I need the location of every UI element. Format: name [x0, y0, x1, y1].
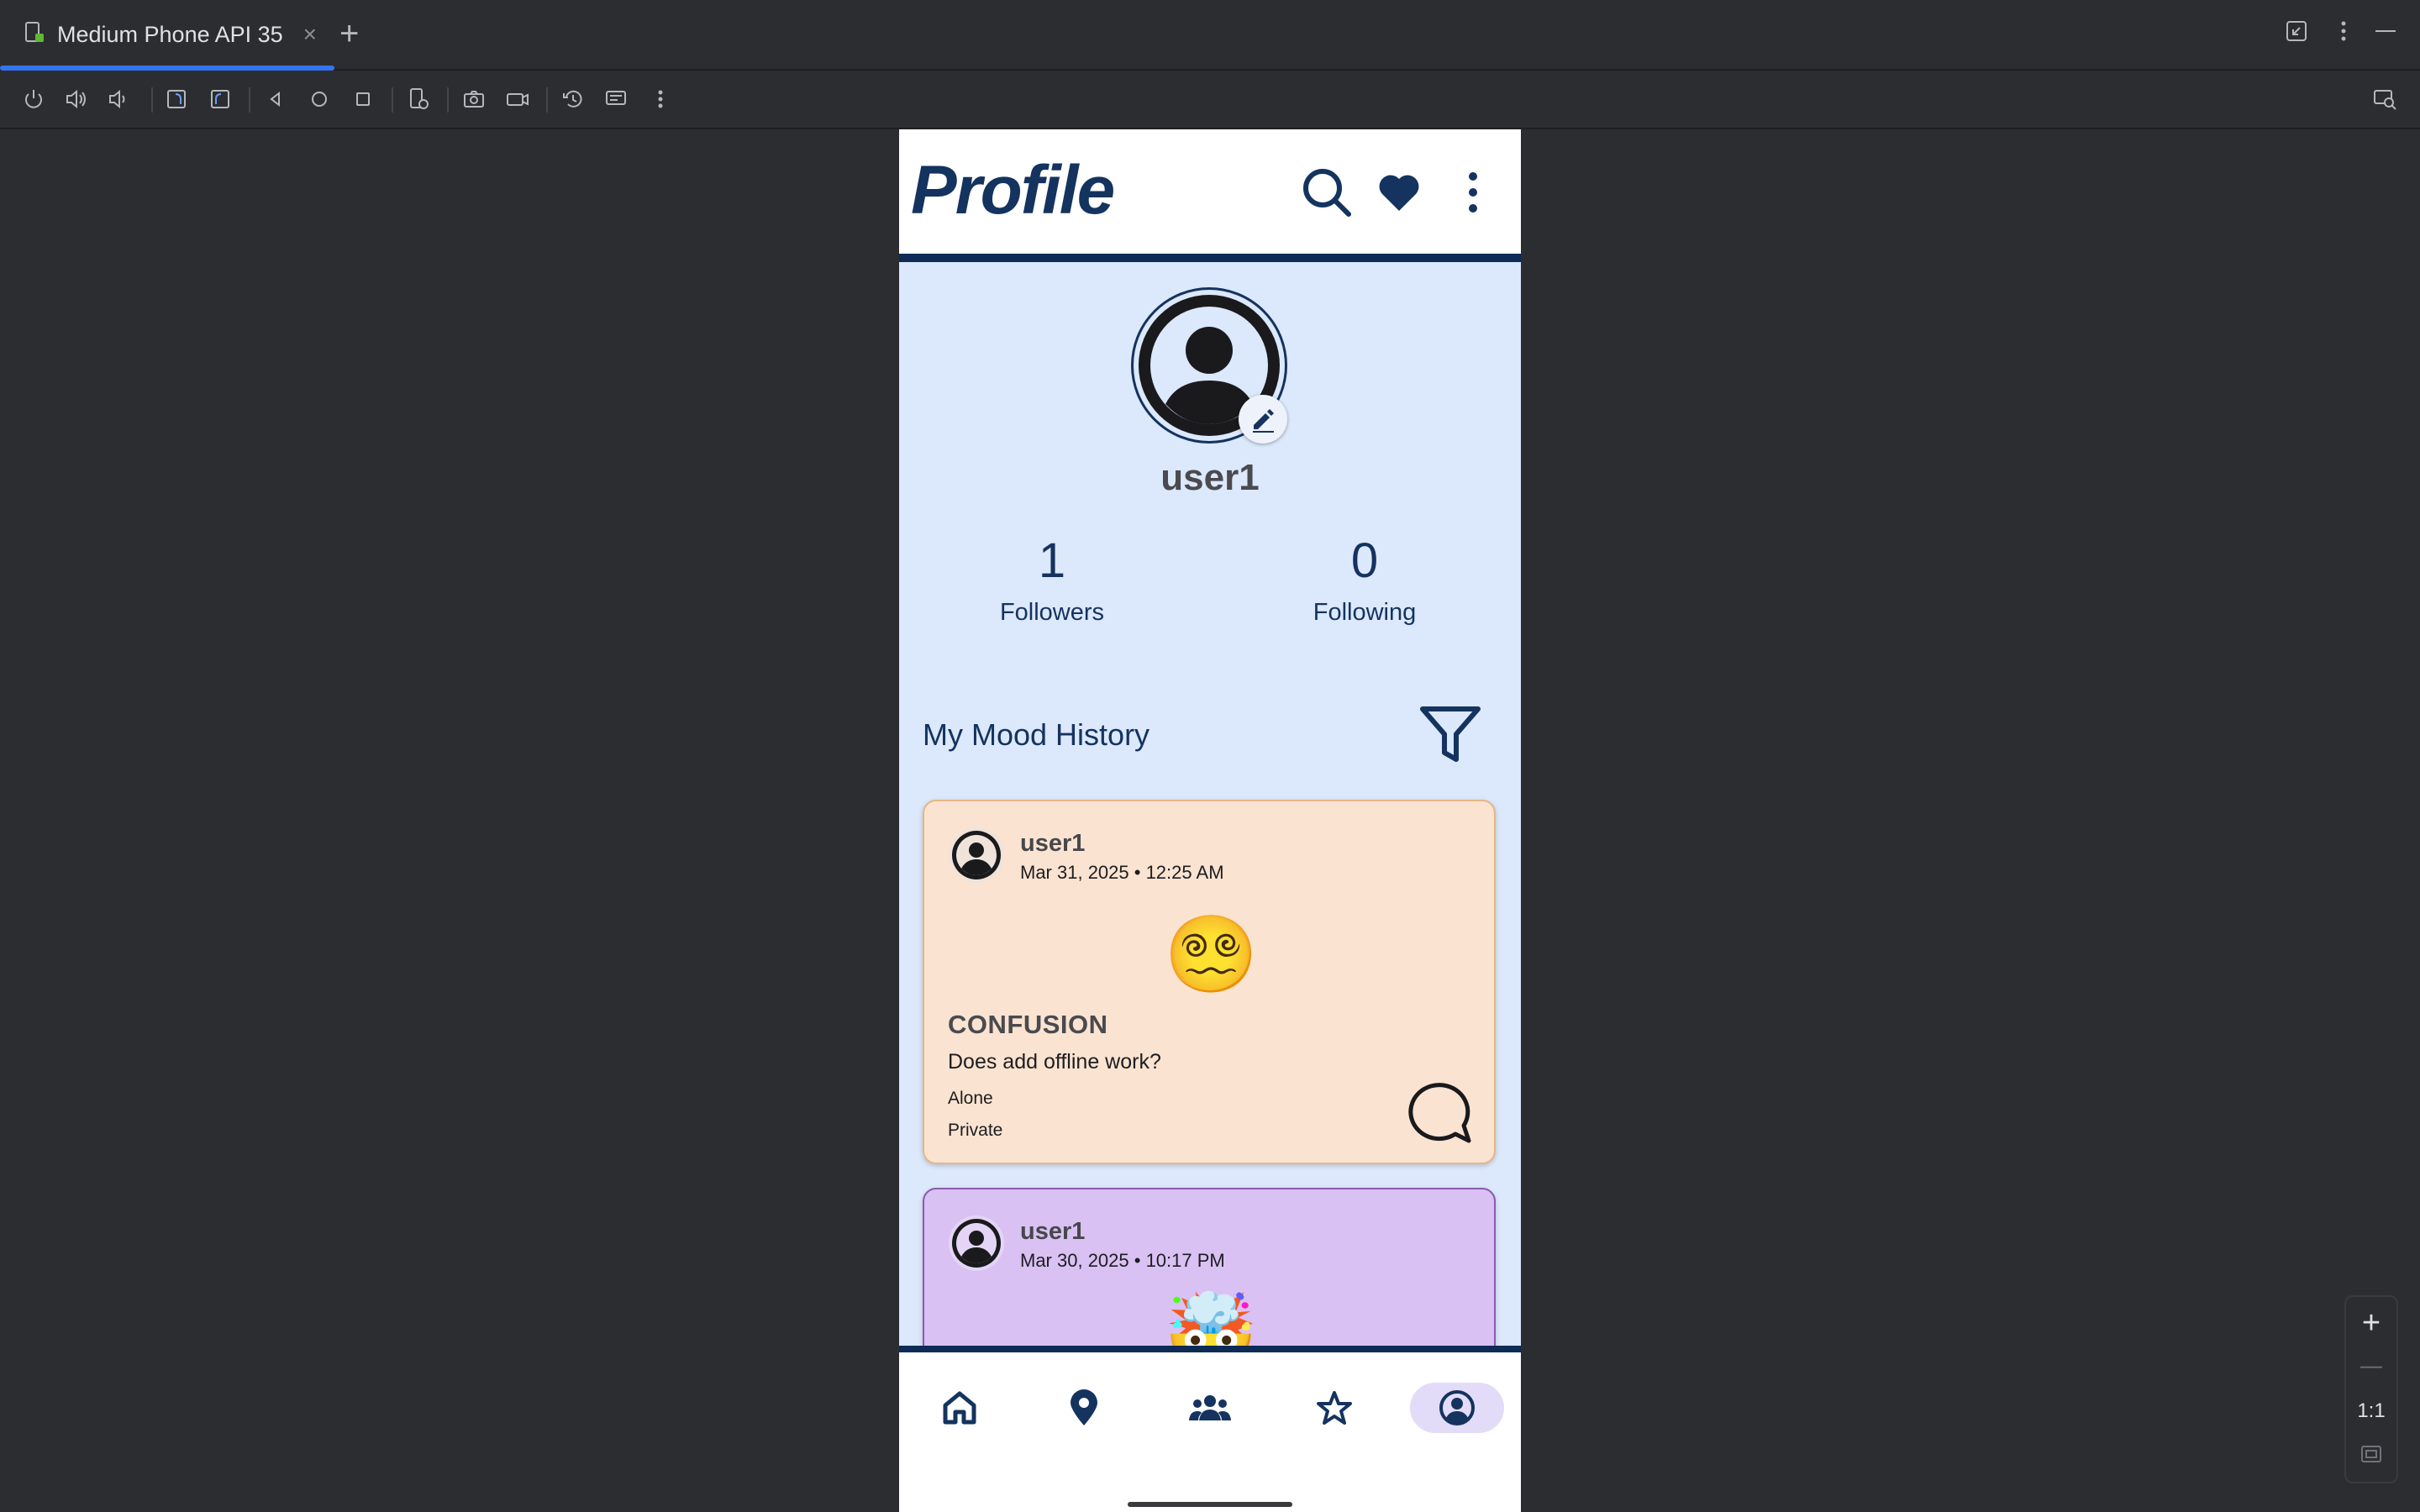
section-title: My Mood History	[923, 717, 1150, 752]
pencil-icon	[1253, 409, 1274, 433]
device-icon	[24, 21, 45, 49]
home-button-icon[interactable]	[306, 86, 333, 113]
account-circle-icon	[949, 1215, 1004, 1271]
overview-icon[interactable]	[350, 86, 376, 113]
minimize-icon[interactable]	[2373, 18, 2398, 50]
followers-count: 1	[1038, 533, 1066, 588]
nav-star-icon[interactable]	[1287, 1383, 1381, 1433]
post-date: Mar 31, 2025 • 12:25 AM	[1020, 862, 1224, 883]
page-title: Profile	[911, 152, 1115, 228]
device-settings-icon[interactable]	[405, 86, 432, 113]
comment-icon[interactable]	[1405, 1079, 1474, 1147]
nav-groups-icon[interactable]	[1163, 1383, 1257, 1433]
toolbar-separator	[392, 87, 393, 113]
emulator-toolbar	[0, 71, 2420, 129]
gesture-home-indicator[interactable]	[1128, 1502, 1292, 1507]
volume-up-icon[interactable]	[62, 86, 89, 113]
heart-icon[interactable]	[1370, 163, 1428, 222]
camera-icon[interactable]	[460, 86, 487, 113]
ide-title-bar: Medium Phone API 35 × +	[0, 0, 2420, 71]
filter-icon[interactable]	[1417, 701, 1484, 768]
device-screen[interactable]: Profile user1 1 Followers 0 Following My…	[899, 129, 1521, 1512]
followers-stat[interactable]: 1 Followers	[943, 533, 1161, 627]
device-search-icon[interactable]	[2371, 86, 2398, 113]
privacy-label: Private	[948, 1121, 1003, 1140]
zoom-actual-size-button[interactable]: 1:1	[2346, 1399, 2396, 1423]
toolbar-separator	[447, 87, 449, 113]
fit-screen-icon[interactable]	[2346, 1441, 2396, 1471]
zoom-controls: + — 1:1	[2344, 1295, 2398, 1483]
nav-home-icon[interactable]	[913, 1383, 1007, 1433]
nav-location-icon[interactable]	[1037, 1383, 1131, 1433]
rotate-right-icon[interactable]	[207, 86, 234, 113]
device-tab[interactable]: Medium Phone API 35 ×	[0, 0, 334, 71]
restore-window-icon[interactable]	[2284, 18, 2309, 50]
post-username: user1	[1020, 830, 1086, 857]
zoom-out-button[interactable]: —	[2346, 1352, 2396, 1378]
toolbar-separator	[546, 87, 548, 113]
search-icon[interactable]	[1297, 163, 1356, 222]
followers-label: Followers	[999, 599, 1105, 626]
back-icon[interactable]	[262, 86, 289, 113]
post-text: Does add offline work?	[948, 1050, 1161, 1074]
rotate-left-icon[interactable]	[163, 86, 190, 113]
post-username: user1	[1020, 1218, 1086, 1245]
add-tab-icon[interactable]: +	[339, 15, 359, 52]
top-app-bar: Profile	[899, 129, 1521, 262]
video-record-icon[interactable]	[504, 86, 531, 113]
following-label: Following	[1313, 599, 1417, 626]
snapshot-icon[interactable]	[560, 86, 587, 113]
keyboard-mirror-icon[interactable]	[603, 86, 630, 113]
mood-emoji: 😵‍💫	[1163, 913, 1259, 997]
edit-avatar-button[interactable]	[1239, 395, 1287, 444]
following-stat[interactable]: 0 Following	[1255, 533, 1474, 627]
account-circle-icon	[949, 827, 1004, 883]
profile-username: user1	[1160, 457, 1260, 498]
nav-account-icon[interactable]	[1410, 1383, 1504, 1433]
more-vertical-icon[interactable]	[647, 86, 674, 113]
toolbar-separator	[249, 87, 250, 113]
tab-title: Medium Phone API 35	[57, 21, 283, 47]
bottom-navigation	[899, 1346, 1521, 1512]
toolbar-separator	[151, 87, 153, 113]
following-count: 0	[1350, 533, 1379, 588]
close-icon[interactable]: ×	[303, 21, 317, 48]
mood-post-card[interactable]: user1 Mar 31, 2025 • 12:25 AM 😵‍💫 CONFUS…	[923, 800, 1496, 1164]
mood-label: CONFUSION	[948, 1010, 1108, 1039]
more-vertical-icon[interactable]	[2331, 18, 2356, 50]
post-date: Mar 30, 2025 • 10:17 PM	[1020, 1250, 1225, 1271]
more-vertical-icon[interactable]	[1444, 163, 1502, 222]
power-icon[interactable]	[20, 86, 47, 113]
zoom-in-button[interactable]: +	[2346, 1305, 2396, 1341]
social-situation: Alone	[948, 1089, 993, 1108]
volume-down-icon[interactable]	[104, 86, 131, 113]
